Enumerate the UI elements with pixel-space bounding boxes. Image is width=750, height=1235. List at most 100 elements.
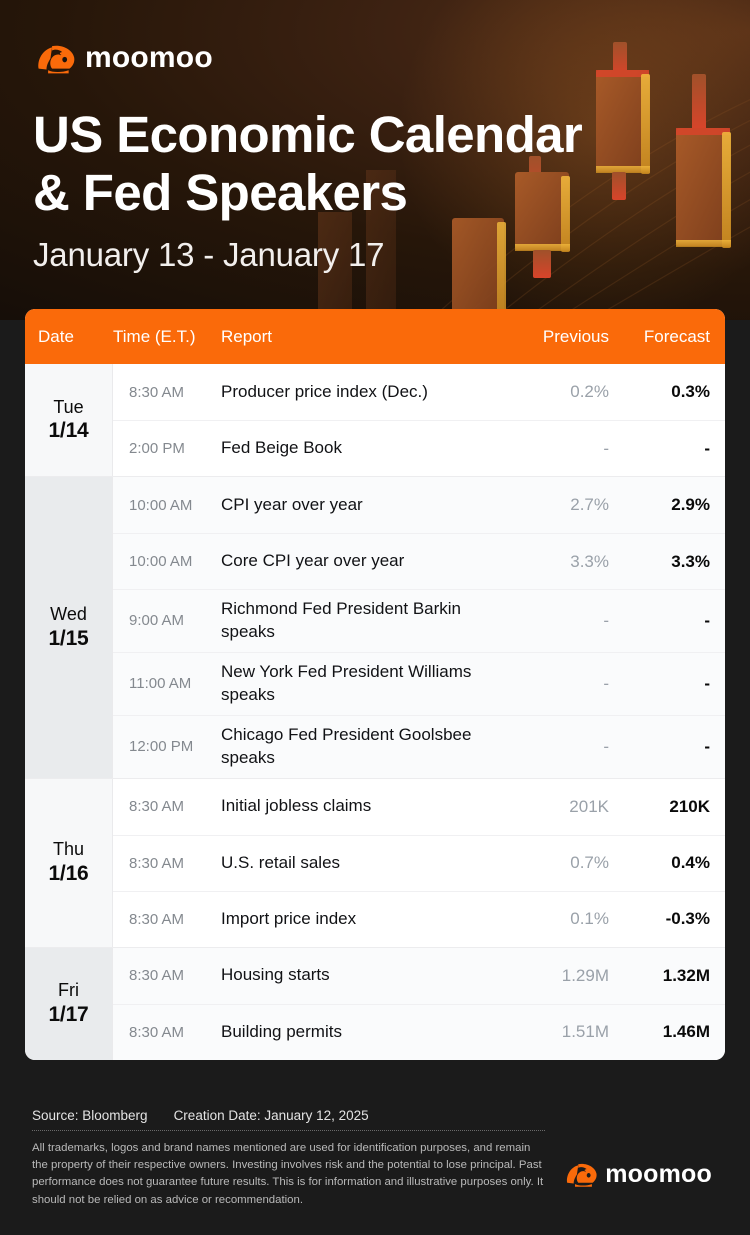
date-cell: Wed 1/15 <box>25 477 113 778</box>
event-time: 9:00 AM <box>129 612 185 630</box>
event-report: CPI year over year <box>221 494 363 514</box>
event-time: 10:00 AM <box>129 496 193 514</box>
date-range-subtitle: January 13 - January 17 <box>33 236 385 273</box>
moomoo-bull-logo-icon <box>38 45 75 74</box>
event-forecast-value: - <box>704 610 710 630</box>
table-row[interactable]: 9:00 AM Richmond Fed President Barkin spe… <box>113 589 725 652</box>
day-group: Fri 1/17 8:30 AM Housing starts 1.29M 1.32M 8:… <box>25 946 725 1060</box>
event-time: 2:00 PM <box>129 440 185 457</box>
event-report: Fed Beige Book <box>221 438 342 458</box>
table-row[interactable]: 10:00 AM CPI year over year 2.7% 2.9% <box>113 477 725 533</box>
event-forecast-value: - <box>704 736 710 756</box>
event-forecast-value: -0.3% <box>665 909 710 929</box>
event-forecast-value: 1.32M <box>662 965 710 985</box>
event-forecast-value: 3.3% <box>671 551 710 571</box>
day-rows: 10:00 AM CPI year over year 2.7% 2.9% 10:00 … <box>113 477 725 778</box>
event-previous-value: 0.1% <box>570 909 609 929</box>
date-cell: Fri 1/17 <box>25 947 113 1060</box>
event-forecast-value: - <box>704 673 710 693</box>
event-time: 12:00 PM <box>129 738 194 756</box>
event-report: U.S. retail sales <box>221 852 341 872</box>
day-rows: 8:30 AM Producer price index (Dec.) 0.2% 0.… <box>113 364 725 476</box>
day-rows: 8:30 AM Initial jobless claims 201K 210K 8:3… <box>113 778 725 947</box>
table-row[interactable]: 8:30 AM Building permits 1.51M 1.46M <box>113 1003 725 1060</box>
day-group: Tue 1/14 8:30 AM Producer price index (Dec.… <box>25 364 725 476</box>
event-previous-value: - <box>603 438 609 458</box>
event-report: Chicago Fed President Goolsbee speaks <box>221 724 472 767</box>
event-previous-value: - <box>603 673 609 693</box>
event-report: Initial jobless claims <box>221 796 372 816</box>
table-row[interactable]: 8:30 AM Producer price index (Dec.) 0.2% 0.… <box>113 364 725 420</box>
date-day-of-week: Tue <box>53 396 84 417</box>
table-body: Tue 1/14 8:30 AM Producer price index (Dec.… <box>25 364 725 1060</box>
event-time: 10:00 AM <box>129 553 193 570</box>
footer-divider <box>32 1129 545 1131</box>
date-day-of-week: Fri <box>58 980 79 1001</box>
page-title: US Economic Calendar & Fed Speakers <box>33 106 673 221</box>
event-previous-value: 0.7% <box>570 853 609 873</box>
event-forecast-value: 0.3% <box>671 382 710 401</box>
event-time: 8:30 AM <box>129 798 185 816</box>
event-report: Import price index <box>221 908 357 928</box>
footer-body: All trademarks, logos and brand names me… <box>32 1140 720 1209</box>
footer-brand-name: moomoo <box>605 1159 712 1188</box>
event-previous-value: - <box>603 736 609 756</box>
table-row[interactable]: 8:30 AM Import price index 0.1% -0.3% <box>113 890 725 947</box>
event-time: 8:30 AM <box>129 854 185 872</box>
day-rows: 8:30 AM Housing starts 1.29M 1.32M 8:30 AM Bu… <box>113 947 725 1060</box>
table-header-row: Date Time (E.T.) Report Previous Forecas… <box>25 309 725 364</box>
event-previous-value: 3.3% <box>570 551 609 571</box>
footer: Source: Bloomberg Creation Date: January… <box>0 1086 750 1235</box>
event-forecast-value: 210K <box>669 796 710 816</box>
event-time: 8:30 AM <box>129 383 185 401</box>
date-number: 1/15 <box>48 626 89 650</box>
event-time: 8:30 AM <box>129 1023 185 1041</box>
table-row[interactable]: 12:00 PM Chicago Fed President Goolsbee s… <box>113 714 725 778</box>
event-forecast-value: - <box>704 438 710 458</box>
date-day-of-week: Wed <box>50 603 87 624</box>
table-row[interactable]: 10:00 AM Core CPI year over year 3.3% 3.3% <box>113 533 725 589</box>
economic-calendar-table: Date Time (E.T.) Report Previous Forecas… <box>25 309 725 1060</box>
event-forecast-value: 2.9% <box>671 495 710 514</box>
date-cell: Thu 1/16 <box>25 778 113 947</box>
column-header-date: Date <box>38 326 74 346</box>
hero-banner: moomoo US Economic Calendar & Fed Speake… <box>0 0 750 320</box>
table-row[interactable]: 8:30 AM Housing starts 1.29M 1.32M <box>113 947 725 1004</box>
date-cell: Tue 1/14 <box>25 364 113 476</box>
footer-brand-logo: moomoo <box>565 1160 720 1188</box>
table-row[interactable]: 8:30 AM U.S. retail sales 0.7% 0.4% <box>113 834 725 891</box>
brand-name: moomoo <box>85 41 213 74</box>
event-previous-value: 2.7% <box>570 495 609 514</box>
event-previous-value: 201K <box>569 796 609 816</box>
page-title-line1: US Economic Calendar <box>33 106 583 163</box>
event-time: 8:30 AM <box>129 910 185 928</box>
day-group: Thu 1/16 8:30 AM Initial jobless claims 201K… <box>25 777 725 947</box>
moomoo-bull-logo-icon <box>567 1164 597 1188</box>
source-label: Source: Bloomberg <box>32 1107 148 1123</box>
event-forecast-value: 1.46M <box>662 1022 710 1042</box>
column-header-forecast: Forecast <box>643 326 710 346</box>
column-header-time: Time (E.T.) <box>113 326 196 346</box>
disclaimer-text: All trademarks, logos and brand names me… <box>32 1141 544 1206</box>
economic-calendar-page: moomoo US Economic Calendar & Fed Speake… <box>0 0 750 1235</box>
event-time: 8:30 AM <box>129 967 185 985</box>
brand-logo: moomoo <box>36 38 213 78</box>
column-header-previous: Previous <box>542 326 609 346</box>
table-row[interactable]: 11:00 AM New York Fed President Williams … <box>113 651 725 715</box>
column-header-report: Report <box>221 326 273 346</box>
event-forecast-value: 0.4% <box>671 853 710 873</box>
table-row[interactable]: 8:30 AM Initial jobless claims 201K 210K <box>113 778 725 835</box>
event-report: New York Fed President Williams speaks <box>221 661 472 704</box>
event-time: 11:00 AM <box>129 675 192 693</box>
date-number: 1/17 <box>48 1002 89 1026</box>
date-day-of-week: Thu <box>52 839 85 860</box>
event-previous-value: - <box>603 610 609 630</box>
table-row[interactable]: 2:00 PM Fed Beige Book - - <box>113 420 725 476</box>
date-number: 1/16 <box>48 861 89 885</box>
event-report: Producer price index (Dec.) <box>221 381 428 401</box>
date-number: 1/14 <box>48 419 89 443</box>
event-report: Housing starts <box>221 965 330 985</box>
event-report: Core CPI year over year <box>221 551 405 571</box>
creation-date-label: Creation Date: January 12, 2025 <box>173 1107 369 1123</box>
page-title-line2: & Fed Speakers <box>33 163 408 221</box>
